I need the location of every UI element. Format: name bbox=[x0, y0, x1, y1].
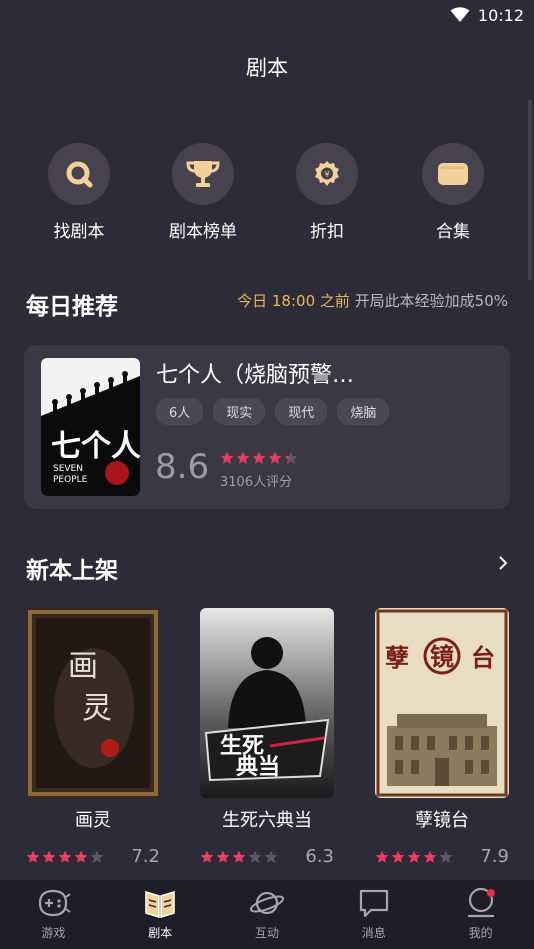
star-icon bbox=[268, 451, 282, 464]
star-icon bbox=[284, 451, 298, 464]
book-cover-image: 画 灵 bbox=[26, 608, 160, 798]
book-score: 6.3 bbox=[305, 846, 334, 867]
search-icon bbox=[48, 143, 110, 205]
page-title: 剧本 bbox=[246, 56, 288, 80]
featured-cover-image: 七个人 SEVEN PEOPLE bbox=[41, 358, 140, 496]
svg-text:典当: 典当 bbox=[236, 755, 280, 780]
daily-bonus-time: 今日 18:00 之前 bbox=[237, 292, 350, 310]
book-rating: 6.3 bbox=[200, 846, 334, 867]
tab-label: 消息 bbox=[361, 926, 386, 940]
star-icon bbox=[220, 451, 234, 464]
featured-tags: 6人 现实 现代 烧脑 bbox=[156, 398, 390, 425]
book-title: 孽镜台 bbox=[415, 810, 469, 831]
svg-text:孽: 孽 bbox=[385, 643, 409, 672]
book-stars bbox=[200, 850, 278, 864]
status-time: 10:12 bbox=[477, 5, 524, 25]
book-rating: 7.2 bbox=[26, 846, 160, 867]
book-card[interactable]: 生死 典当 生死六典当 bbox=[200, 608, 334, 832]
quick-discount[interactable]: ¥ 折扣 bbox=[272, 143, 382, 242]
tag[interactable]: 现代 bbox=[275, 398, 328, 425]
book-score: 7.2 bbox=[131, 846, 160, 867]
book-cover-image: 生死 典当 bbox=[200, 608, 334, 798]
book-rating: 7.9 bbox=[375, 846, 509, 867]
trophy-icon bbox=[172, 143, 234, 205]
star-icon bbox=[248, 850, 262, 863]
quick-collection[interactable]: 合集 bbox=[398, 143, 508, 242]
svg-text:台: 台 bbox=[471, 643, 495, 672]
quick-label: 剧本榜单 bbox=[169, 222, 237, 242]
tag[interactable]: 现实 bbox=[213, 398, 266, 425]
book-icon bbox=[145, 890, 175, 919]
star-icon bbox=[236, 451, 250, 464]
svg-text:¥: ¥ bbox=[324, 170, 329, 179]
book-score: 7.9 bbox=[480, 846, 509, 867]
chevron-right-icon[interactable] bbox=[498, 555, 508, 571]
book-card[interactable]: 孽 镜 台 孽镜台 bbox=[375, 608, 509, 832]
bottom-tab-bar: 游戏 剧本 互动 消息 我的 bbox=[0, 880, 534, 949]
book-title: 画灵 bbox=[75, 810, 111, 831]
gamepad-icon bbox=[39, 889, 71, 917]
daily-bonus-note: 今日 18:00 之前 开局此本经验加成50% bbox=[237, 290, 508, 311]
star-icon bbox=[407, 850, 421, 863]
quick-actions: 找剧本 剧本榜单 ¥ 折扣 合集 bbox=[0, 143, 534, 243]
new-releases-title: 新本上架 bbox=[26, 558, 118, 584]
tab-label: 游戏 bbox=[41, 926, 66, 940]
tab-profile[interactable]: 我的 bbox=[427, 880, 534, 949]
daily-bonus-text: 开局此本经验加成50% bbox=[349, 292, 508, 310]
featured-stars bbox=[220, 451, 298, 465]
tab-label: 剧本 bbox=[148, 926, 173, 940]
svg-text:画: 画 bbox=[68, 649, 98, 684]
star-icon bbox=[232, 850, 246, 863]
book-stars bbox=[375, 850, 453, 864]
quick-find-script[interactable]: 找剧本 bbox=[24, 143, 134, 242]
message-icon bbox=[359, 889, 388, 918]
tab-label: 我的 bbox=[468, 926, 493, 940]
star-icon bbox=[375, 850, 389, 863]
star-icon bbox=[423, 850, 437, 863]
book-title: 生死六典当 bbox=[222, 810, 312, 831]
quick-label: 折扣 bbox=[310, 222, 344, 242]
quick-rankings[interactable]: 剧本榜单 bbox=[148, 143, 258, 242]
book-cover-image: 孽 镜 台 bbox=[375, 608, 509, 798]
star-icon bbox=[200, 850, 214, 863]
tag[interactable]: 烧脑 bbox=[337, 398, 390, 425]
tab-script[interactable]: 剧本 bbox=[107, 880, 214, 949]
discount-icon: ¥ bbox=[296, 143, 358, 205]
featured-title: 七个人（烧脑预警… bbox=[156, 363, 355, 388]
star-icon bbox=[42, 850, 56, 863]
cover-en-text-1: SEVEN bbox=[53, 464, 83, 474]
tag[interactable]: 6人 bbox=[156, 398, 204, 425]
book-stars bbox=[26, 850, 104, 864]
collection-icon bbox=[422, 143, 484, 205]
svg-text:镜: 镜 bbox=[430, 642, 454, 671]
star-icon bbox=[264, 850, 278, 863]
tab-messages[interactable]: 消息 bbox=[320, 880, 427, 949]
quick-label: 合集 bbox=[436, 222, 470, 242]
quick-label: 找剧本 bbox=[53, 222, 105, 242]
planet-icon bbox=[249, 891, 285, 915]
star-icon bbox=[74, 850, 88, 863]
tab-interact[interactable]: 互动 bbox=[214, 880, 321, 949]
daily-section-title: 每日推荐 bbox=[26, 294, 118, 320]
status-bar: 10:12 bbox=[0, 0, 534, 30]
star-icon bbox=[26, 850, 40, 863]
wifi-icon bbox=[450, 7, 470, 22]
star-icon bbox=[391, 850, 405, 863]
star-icon bbox=[58, 850, 72, 863]
featured-score: 8.6 bbox=[155, 447, 210, 487]
cover-en-text-2: PEOPLE bbox=[53, 475, 88, 485]
featured-rating-count: 3106人评分 bbox=[220, 475, 293, 490]
featured-script-card[interactable]: 七个人 SEVEN PEOPLE 七个人（烧脑预警… 6人 现实 现代 烧脑 8… bbox=[24, 345, 510, 509]
star-icon bbox=[90, 850, 104, 863]
star-icon bbox=[439, 850, 453, 863]
book-card[interactable]: 画 灵 画灵 bbox=[26, 608, 160, 832]
star-icon bbox=[216, 850, 230, 863]
cover-big-text: 七个人 bbox=[51, 429, 140, 464]
tab-label: 互动 bbox=[254, 926, 279, 940]
tab-game[interactable]: 游戏 bbox=[0, 880, 107, 949]
star-icon bbox=[252, 451, 266, 464]
svg-text:灵: 灵 bbox=[82, 691, 112, 726]
